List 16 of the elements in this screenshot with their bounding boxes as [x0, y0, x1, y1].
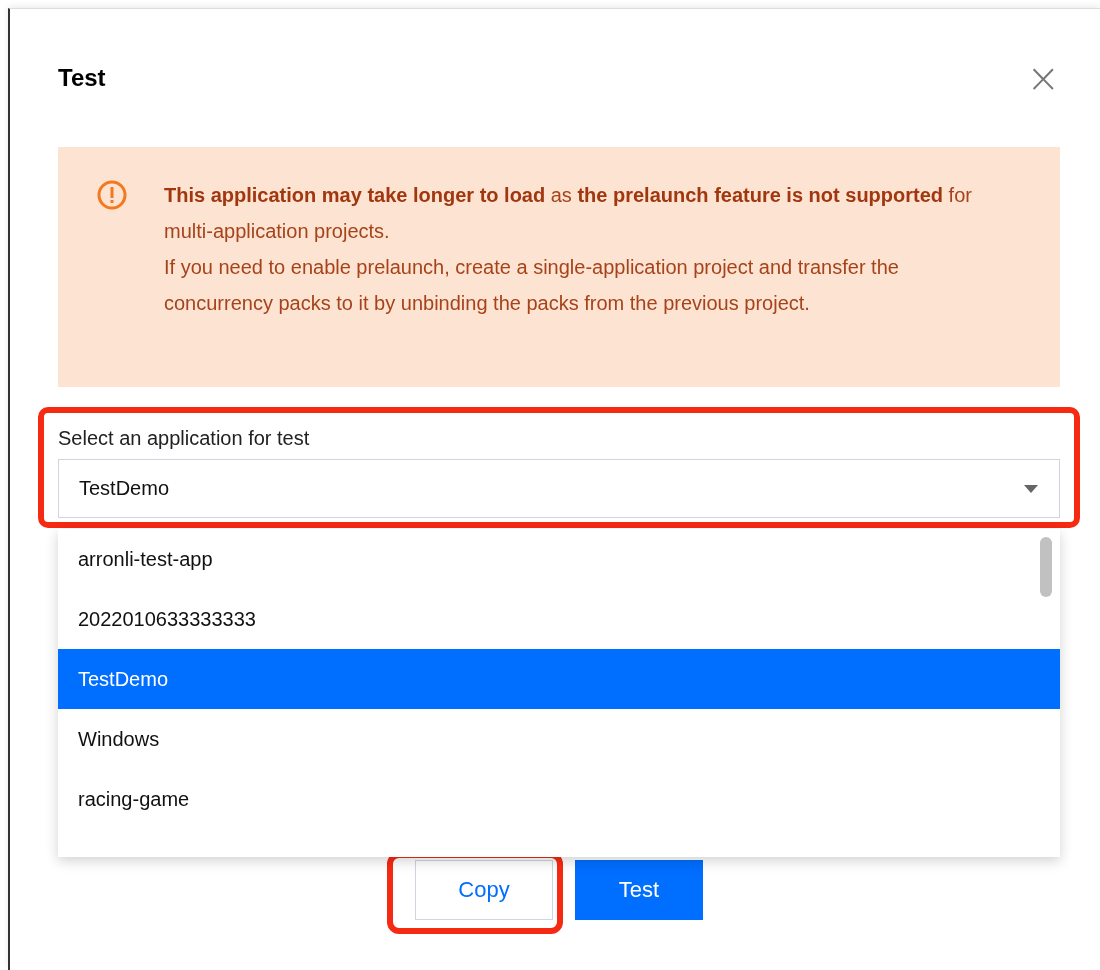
scrollbar-thumb[interactable]	[1040, 537, 1052, 597]
warning-icon	[96, 179, 128, 211]
dropdown-option[interactable]: Windows	[58, 709, 1060, 769]
copy-button[interactable]: Copy	[415, 860, 553, 920]
caret-icon	[1023, 483, 1039, 494]
dropdown-option[interactable]: 2022010633333333	[58, 589, 1060, 649]
dropdown-option[interactable]: arronli-test-app	[58, 529, 1060, 589]
field-label: Select an application for test	[58, 426, 311, 451]
warning-text: This application may take longer to load as the prelaunch feature is not supported for multi-application projects.	[164, 183, 973, 244]
application-select[interactable]: TestDemo	[58, 459, 1060, 518]
test-button[interactable]: Test	[575, 860, 703, 920]
dropdown-option[interactable]: TestDemo	[58, 649, 1060, 709]
dropdown-option[interactable]: racing-game	[58, 769, 1060, 829]
warning-text: If you need to enable prelaunch, create a single-application project and transfer the concurrency packs to it by unbinding the packs from the previous project.	[164, 255, 900, 316]
close-button[interactable]: ×	[1026, 58, 1060, 98]
dialog-title: Test	[58, 64, 106, 92]
